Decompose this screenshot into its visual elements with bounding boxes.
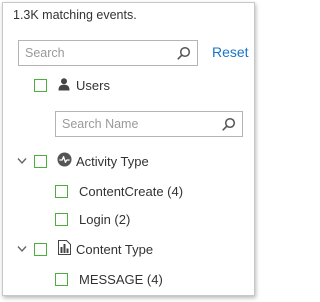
message-checkbox[interactable] — [55, 273, 68, 286]
content-type-label: Content Type — [76, 242, 154, 257]
message-option-label: MESSAGE (4) — [79, 272, 163, 287]
activity-type-checkbox[interactable] — [34, 155, 47, 168]
search-name-input[interactable] — [56, 112, 211, 136]
search-field[interactable] — [18, 40, 198, 66]
content-create-checkbox[interactable] — [55, 185, 68, 198]
search-icon[interactable] — [222, 117, 236, 131]
content-type-icon — [58, 240, 71, 255]
matching-events-summary: 1.3K matching events. — [13, 8, 137, 22]
user-icon — [58, 78, 70, 91]
chevron-down-icon[interactable] — [17, 157, 27, 165]
users-label: Users — [76, 78, 110, 93]
login-option-label: Login (2) — [79, 212, 131, 227]
content-create-option-label: ContentCreate (4) — [79, 184, 184, 199]
users-checkbox[interactable] — [34, 79, 47, 92]
activity-icon — [57, 152, 72, 167]
content-type-checkbox[interactable] — [34, 243, 47, 256]
search-name-field[interactable] — [55, 111, 243, 137]
activity-type-label: Activity Type — [76, 154, 149, 169]
search-icon[interactable] — [177, 46, 191, 60]
chevron-down-icon[interactable] — [17, 245, 27, 253]
login-checkbox[interactable] — [55, 213, 68, 226]
search-input[interactable] — [19, 41, 168, 65]
reset-link[interactable]: Reset — [212, 44, 249, 60]
